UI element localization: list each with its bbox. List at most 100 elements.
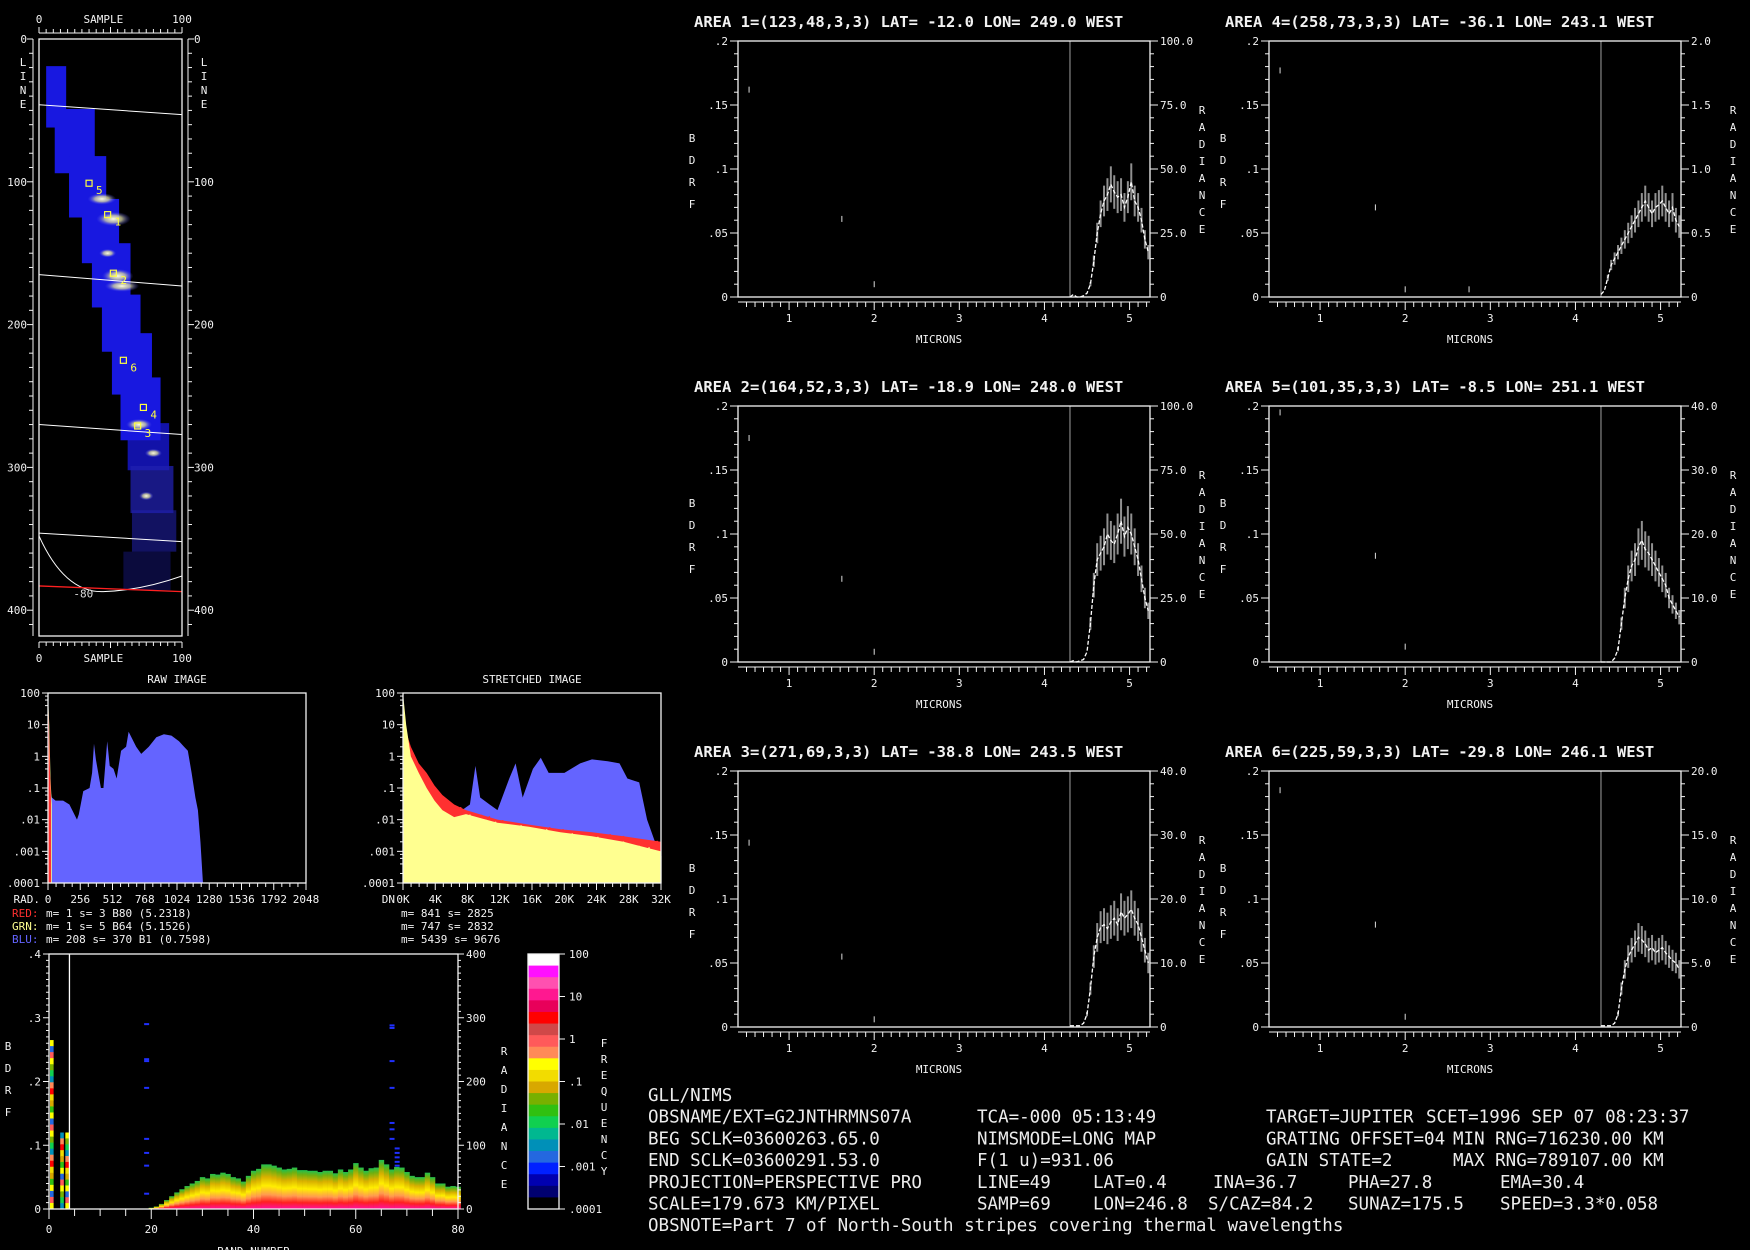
y-tick-label: 0 [721,291,728,304]
band-column [266,1164,272,1209]
band-column [358,1167,364,1209]
band-column-segment [60,1132,64,1139]
colorbar-tick-label: .0001 [569,1203,602,1216]
band-column [404,1172,410,1209]
y-tick-label: 10 [382,719,395,732]
histogram-title: RAW IMAGE [147,673,207,686]
band-column [281,1169,288,1209]
colorbar-swatch [528,1185,559,1198]
band-column [317,1172,323,1209]
band-column [164,1200,170,1209]
x-tick-label: 512 [103,893,123,906]
x-tick-label: 5 [1657,677,1664,690]
x-tick-label: 5 [1657,1042,1664,1055]
line-tick-label: 0 [194,33,201,46]
band-column-segment [60,1197,64,1204]
band-sparse-point [394,1164,400,1167]
band-column-segment [65,1167,69,1175]
x-tick-label: 40 [247,1223,260,1236]
band-column-segment [50,1178,54,1186]
x-tick-label: 28K [619,893,639,906]
stats-channel: BLU: [12,933,39,946]
line-axis-label: LINE [17,56,30,112]
y2-tick-label: 10.0 [1691,893,1718,906]
band-column [424,1172,431,1209]
info-lat: LAT=0.4 [1093,1173,1167,1193]
colorbar-swatch [528,1104,559,1117]
band-sparse-point [394,1156,400,1159]
band-column [363,1170,369,1209]
latitude-label: -80 [73,587,93,600]
spectrum-title: AREA 5=(101,35,3,3) LAT= -8.5 LON= 251.1… [1225,378,1645,396]
area-marker-label: 4 [150,408,157,421]
spectrum-line [1069,181,1149,298]
colorbar-swatch [528,1174,559,1187]
spectrum-line [1069,521,1149,663]
band-column-segment [50,1124,54,1132]
band-column [409,1175,415,1209]
y2-tick-label: 2.0 [1691,35,1711,48]
band-column-segment [65,1156,69,1163]
colorbar-tick-label: 1 [569,1033,576,1046]
band-column-segment [50,1142,54,1150]
band-column-segment [50,1040,54,1047]
info-tca: TCA=-000 05:13:49 [977,1108,1156,1128]
band-column-segment [65,1138,69,1145]
x-tick-label: 3 [956,312,963,325]
colorbar-swatch [528,1093,559,1106]
area-marker-label: 5 [96,184,103,197]
spectrum-title: AREA 2=(164,52,3,3) LAT= -18.9 LON= 248.… [694,378,1123,396]
y2-tick-label: 30.0 [1160,829,1187,842]
x-tick-label: 16K [522,893,542,906]
stretched-histogram: STRETCHED IMAGE 100 10 1 .1 .01 .001 .00010K 4K 8… [362,673,671,946]
stats-text: m= 1 s= 3 B80 (5.2318) [46,907,192,920]
colorbar-tick-label: 100 [569,948,589,961]
info-min-rng: MIN RNG=716230.00 KM [1453,1129,1664,1149]
band-column [440,1183,446,1209]
x-axis-label: MICRONS [1447,1063,1493,1076]
x-tick-label: 2 [1402,677,1409,690]
band-column [378,1159,385,1209]
bright-cloud [144,448,162,458]
x-tick-label: 2 [871,677,878,690]
y2-tick-label: 40.0 [1160,765,1187,778]
band-column [230,1177,236,1209]
y-tick-label: 0 [721,656,728,669]
x-tick-label: 0 [46,1223,53,1236]
band-column [307,1170,313,1209]
x-tick-label: 8K [461,893,475,906]
x-tick-label: 1 [786,312,793,325]
spectrum-line [1069,907,1149,1027]
nims-display: -801234560 100SAMPLE0 100SAMPLE01002003004… [2,13,1740,1250]
band-column [240,1181,247,1209]
spectrum-frame [1268,40,1682,298]
band-column [215,1174,221,1209]
x-tick-label: 1792 [261,893,288,906]
y-tick-label: .3 [28,1012,41,1025]
y-tick-label: .001 [369,845,396,858]
sample-axis-label: SAMPLE [83,13,123,26]
line-tick-label: 200 [7,319,27,332]
stats-text: m= 208 s= 370 B1 (0.7598) [46,933,212,946]
y2-tick-label: 100 [466,1139,486,1152]
band-column-segment [50,1166,54,1174]
colorbar-swatch [528,1081,559,1094]
band-column-segment [65,1132,69,1139]
info-target: TARGET=JUPITER [1266,1108,1414,1128]
band-column [312,1170,318,1209]
x-tick-label: 32K [651,893,671,906]
x-tick-label: 2 [1402,312,1409,325]
y-axis-label: BDRF [1217,497,1230,585]
info-instrument: GLL/NIMS [648,1086,732,1106]
band-column [291,1167,298,1209]
band-column-segment [50,1160,54,1168]
band-column [327,1170,334,1209]
colorbar-swatch [528,1069,559,1082]
y-tick-label: .05 [708,592,728,605]
y-tick-label: .15 [708,464,728,477]
band-column-segment [60,1173,64,1181]
band-column-segment [50,1148,54,1156]
y-tick-label: .2 [28,1076,41,1089]
y-tick-label: .05 [708,227,728,240]
y2-tick-label: 200 [466,1076,486,1089]
